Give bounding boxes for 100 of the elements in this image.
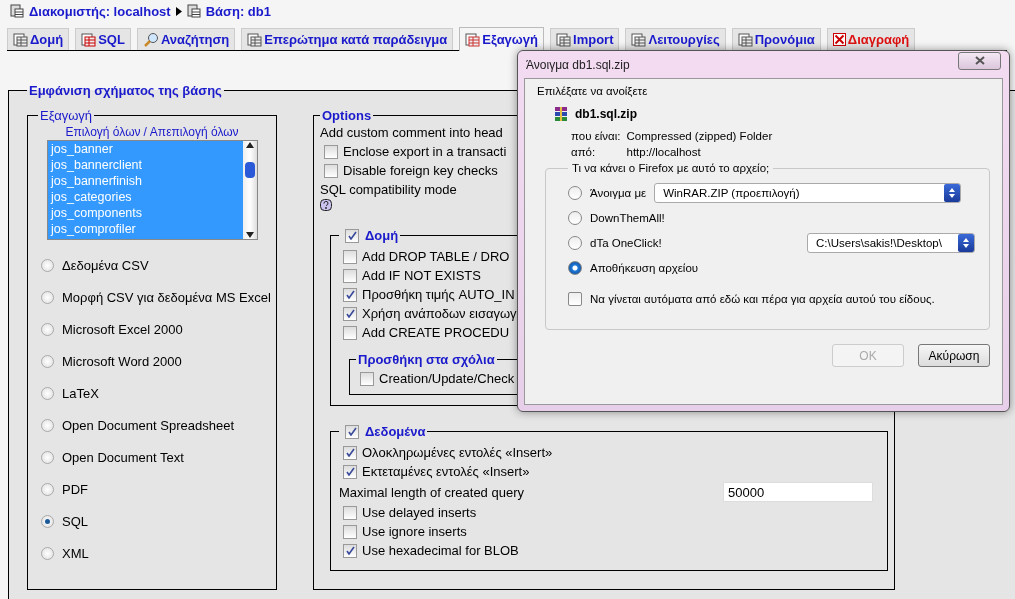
tab[interactable]: SQL: [75, 28, 131, 50]
checkbox[interactable]: [360, 371, 374, 386]
tab[interactable]: Λειτουργίες: [625, 28, 726, 50]
radio-button[interactable]: [41, 419, 54, 432]
checkbox[interactable]: [324, 144, 338, 159]
help-icon[interactable]: [320, 199, 332, 211]
checkbox[interactable]: [343, 505, 357, 520]
deselect-all-link[interactable]: Απεπιλογή όλων: [149, 125, 239, 139]
checkbox[interactable]: [343, 543, 357, 558]
radio-button[interactable]: [41, 387, 54, 400]
checkbox-label: Add IF NOT EXISTS: [362, 268, 481, 283]
radio-label: Δεδομένα CSV: [62, 258, 149, 273]
checkbox-label: Use ignore inserts: [362, 524, 467, 539]
checkbox[interactable]: [324, 163, 338, 178]
detail-label: που είναι:: [571, 130, 621, 142]
radio-button[interactable]: [41, 259, 54, 272]
checkbox[interactable]: [343, 325, 357, 340]
checkbox[interactable]: [343, 524, 357, 539]
checkbox[interactable]: [343, 287, 357, 302]
tab[interactable]: Αναζήτηση: [136, 28, 236, 50]
checkbox-label: Εκτεταμένες εντολές «Insert»: [362, 464, 530, 479]
checkbox[interactable]: [343, 445, 357, 460]
checkbox[interactable]: [343, 268, 357, 283]
group-title: Τι να κάνει ο Firefox με αυτό το αρχείο;: [571, 162, 771, 174]
radio-label: Αποθήκευση αρχείου: [590, 261, 699, 274]
input-field[interactable]: 50000: [723, 482, 873, 502]
up-arrow-icon[interactable]: [246, 141, 254, 149]
section-title: Προσθήκη στα σχόλια: [357, 352, 496, 367]
checkbox-label: Προσθήκη τιμής AUTO_IN: [362, 287, 515, 302]
panel-title: Εμφάνιση σχήματος της βάσης: [28, 83, 223, 98]
table-icon: [556, 32, 571, 47]
radio-label: DownThemAll!: [590, 211, 665, 224]
triangle-icon: [175, 6, 182, 16]
panel-title: Εξαγωγή: [39, 108, 94, 123]
radio-label: LaTeX: [62, 386, 99, 401]
close-button[interactable]: [958, 51, 1001, 70]
radio-button[interactable]: [41, 483, 54, 496]
radio-button[interactable]: [568, 260, 582, 275]
x-icon: [832, 33, 846, 46]
radio-button[interactable]: [568, 210, 582, 225]
tab[interactable]: Επερώτημα κατά παράδειγμα: [241, 28, 454, 50]
tab[interactable]: Διαγραφή: [826, 28, 916, 50]
checkbox-label: Use hexadecimal for BLOB: [362, 543, 519, 558]
checkbox-label: Disable foreign key checks: [343, 163, 498, 178]
tab[interactable]: Δομή: [7, 28, 70, 50]
radio-button[interactable]: [568, 235, 582, 250]
section-title: Δομή: [365, 228, 399, 243]
dropdown[interactable]: WinRAR.ZIP (προεπιλογή): [654, 182, 962, 203]
radio-label: Μορφή CSV για δεδομένα MS Excel: [62, 290, 271, 305]
table-icon: [465, 32, 481, 47]
updown-icon: [949, 186, 956, 199]
checkbox[interactable]: [345, 228, 359, 243]
breadcrumb-link[interactable]: Διακομιστής: localhost: [29, 3, 171, 19]
radio-button[interactable]: [41, 451, 54, 464]
down-arrow-icon[interactable]: [246, 231, 254, 239]
radio-label: Microsoft Excel 2000: [62, 322, 183, 337]
dropdown[interactable]: C:\Users\sakis!\Desktop\: [807, 232, 975, 253]
checkbox-label: Add CREATE PROCEDU: [362, 325, 510, 340]
detail-value: Compressed (zipped) Folder: [626, 130, 773, 142]
radio-label: XML: [62, 546, 89, 561]
checkbox-label: Use delayed inserts: [362, 505, 477, 520]
checkbox-label: Να γίνεται αυτόματα από εδώ και πέρα για αρχεία αυτού του είδους.: [590, 292, 935, 305]
checkbox[interactable]: [568, 291, 582, 306]
radio-button[interactable]: [41, 323, 54, 336]
scroll-thumb[interactable]: [244, 161, 256, 179]
radio-button[interactable]: [568, 185, 582, 200]
dialog-button[interactable]: Ακύρωση: [918, 344, 990, 367]
database-icon: [186, 4, 201, 18]
radio-button[interactable]: [41, 291, 54, 304]
panel-title: Options: [321, 108, 373, 123]
checkbox-label: Creation/Update/Check: [379, 371, 515, 386]
checkbox[interactable]: [345, 424, 359, 439]
radio-label: SQL: [62, 514, 88, 529]
table-icon: [13, 32, 28, 47]
option-label: SQL compatibility mode: [320, 181, 457, 199]
server-icon: [10, 4, 24, 18]
option-label: Add custom comment into head: [320, 124, 503, 142]
radio-label: Open Document Text: [62, 450, 184, 465]
table-icon: [737, 32, 753, 47]
section-title: Δεδομένα: [365, 424, 426, 439]
breadcrumb-link[interactable]: Βάση: db1: [205, 3, 271, 19]
scrollbar[interactable]: [243, 141, 257, 239]
radio-label: Microsoft Word 2000: [62, 354, 182, 369]
file-name: db1.sql.zip: [575, 107, 637, 121]
checkbox-label: Χρήση ανάποδων εισαγωγ: [362, 306, 517, 321]
checkbox[interactable]: [343, 464, 357, 479]
tab[interactable]: Προνόμια: [731, 28, 821, 50]
radio-button[interactable]: [41, 355, 54, 368]
checkbox[interactable]: [343, 306, 357, 321]
tab[interactable]: Import: [550, 28, 620, 50]
checkbox[interactable]: [343, 249, 357, 264]
table-icon: [631, 32, 647, 47]
radio-label: Άνοιγμα με: [590, 186, 647, 199]
radio-label: PDF: [62, 482, 88, 497]
tab[interactable]: Εξαγωγή: [459, 27, 544, 51]
radio-button[interactable]: [41, 547, 54, 560]
select-all-link[interactable]: Επιλογή όλων: [65, 125, 141, 139]
radio-button[interactable]: [41, 515, 54, 528]
checkbox-label: Ολοκληρωμένες εντολές «Insert»: [362, 445, 553, 460]
intro-text: Επιλέξατε να ανοίξετε: [537, 85, 649, 97]
